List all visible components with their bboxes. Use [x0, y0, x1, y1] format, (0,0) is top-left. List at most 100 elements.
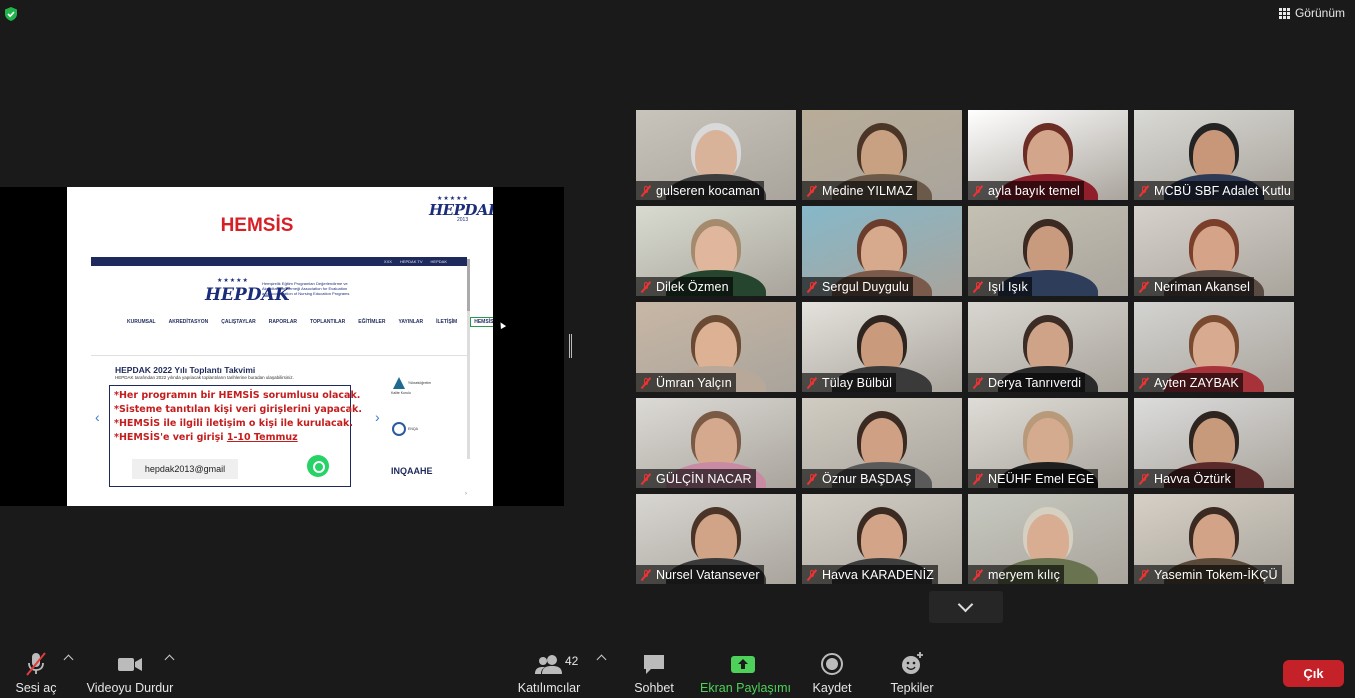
hepdak-logo: ★★★★★ HEPDAK 2013 — [429, 196, 493, 223]
smiley-plus-icon — [888, 651, 936, 677]
chat-bubble-icon — [632, 651, 676, 677]
participant-tile[interactable]: Tülay Bülbül — [802, 302, 962, 392]
participant-name: Neriman Akansel — [1154, 279, 1250, 294]
mic-muted-icon — [972, 473, 984, 485]
chat-button[interactable]: Sohbet — [632, 651, 676, 695]
participant-tile[interactable]: Neriman Akansel — [1134, 206, 1294, 296]
shared-screen[interactable]: HEMSİS ★★★★★ HEPDAK 2013 XXX HEPDAK TV H… — [0, 187, 564, 506]
participant-name: Yasemin Tokem-İKÇÜ — [1154, 567, 1278, 582]
mic-muted-icon — [972, 569, 984, 581]
participant-tile[interactable]: Nursel Vatansever — [636, 494, 796, 584]
participant-name-label: Neriman Akansel — [1134, 277, 1254, 296]
participant-name: meryem kılıç — [988, 567, 1061, 582]
inqaahe-logo: INQAAHE — [391, 466, 433, 476]
mic-muted-icon — [640, 281, 652, 293]
participant-name-label: Havva Öztürk — [1134, 469, 1235, 488]
participant-tile[interactable]: Ayten ZAYBAK — [1134, 302, 1294, 392]
presentation-slide: HEMSİS ★★★★★ HEPDAK 2013 XXX HEPDAK TV H… — [67, 187, 493, 506]
participant-name: Nursel Vatansever — [656, 567, 760, 582]
share-screen-icon — [700, 651, 786, 677]
participants-options-caret[interactable] — [596, 654, 607, 665]
participant-name: MCBÜ SBF Adalet Kutlu — [1154, 183, 1291, 198]
participant-tile[interactable]: Sergul Duygulu — [802, 206, 962, 296]
participant-name: Havva Öztürk — [1154, 471, 1231, 486]
participant-name-label: gulseren kocaman — [636, 181, 764, 200]
participant-name-label: ayla bayık temel — [968, 181, 1084, 200]
leave-button[interactable]: Çık — [1283, 660, 1344, 687]
participant-name-label: MCBÜ SBF Adalet Kutlu — [1134, 181, 1294, 200]
participant-tile[interactable]: GÜLÇİN NACAR — [636, 398, 796, 488]
mic-muted-icon — [806, 281, 818, 293]
mic-muted-icon — [1138, 185, 1150, 197]
resize-handle[interactable] — [569, 334, 572, 358]
participant-tile[interactable]: ayla bayık temel — [968, 110, 1128, 200]
participant-name-label: Ayten ZAYBAK — [1134, 373, 1243, 392]
participant-name: GÜLÇİN NACAR — [656, 471, 752, 486]
website-topbar: XXX HEPDAK TV HEPDAK — [91, 257, 467, 266]
participant-name: Işıl Işık — [988, 279, 1028, 294]
participant-name: Ümran Yalçın — [656, 375, 732, 390]
email-text: hepdak2013@gmail — [132, 459, 238, 479]
participant-tile[interactable]: meryem kılıç — [968, 494, 1128, 584]
mic-muted-icon — [640, 569, 652, 581]
mic-muted-icon — [972, 377, 984, 389]
participant-tile[interactable]: Havva Öztürk — [1134, 398, 1294, 488]
participant-tile[interactable]: Havva KARADENİZ — [802, 494, 962, 584]
website-screenshot: XXX HEPDAK TV HEPDAK ★★★★★ HEPDAK Hemşir… — [91, 257, 493, 487]
website-nav: KURUMSAL AKREDİTASYON ÇALIŞTAYLAR RAPORLAR… — [127, 317, 493, 327]
stop-video-button[interactable]: Videoyu Durdur — [86, 651, 174, 695]
participant-tile[interactable]: Derya Tanrıverdi — [968, 302, 1128, 392]
participant-name-label: Nursel Vatansever — [636, 565, 764, 584]
participant-name-label: NEÜHF Emel EGE — [968, 469, 1099, 488]
chevron-right-icon: › — [375, 409, 380, 425]
mic-muted-icon — [806, 185, 818, 197]
participant-tile[interactable]: Dilek Özmen — [636, 206, 796, 296]
slide-page-mark: › — [465, 491, 467, 497]
audio-options-caret[interactable] — [63, 654, 74, 665]
participant-name-label: Havva KARADENİZ — [802, 565, 938, 584]
participant-name-label: meryem kılıç — [968, 565, 1065, 584]
participant-tile[interactable]: Medine YILMAZ — [802, 110, 962, 200]
participant-name-label: Derya Tanrıverdi — [968, 373, 1086, 392]
participant-name-label: GÜLÇİN NACAR — [636, 469, 756, 488]
gallery-grid-icon — [1278, 7, 1290, 19]
participant-tile[interactable]: MCBÜ SBF Adalet Kutlu — [1134, 110, 1294, 200]
record-button[interactable]: Kaydet — [810, 651, 854, 695]
participant-tile[interactable]: Yasemin Tokem-İKÇÜ — [1134, 494, 1294, 584]
share-screen-button[interactable]: Ekran Paylaşımı — [700, 651, 791, 695]
participant-name: Derya Tanrıverdi — [988, 375, 1082, 390]
mic-muted-icon — [640, 377, 652, 389]
participant-tile[interactable]: Ümran Yalçın — [636, 302, 796, 392]
mic-muted-icon — [640, 185, 652, 197]
more-participants-button[interactable] — [929, 591, 1003, 623]
participant-name: Öznur BAŞDAŞ — [822, 471, 912, 486]
chevron-down-icon — [957, 596, 974, 613]
participant-name-label: Medine YILMAZ — [802, 181, 917, 200]
mic-muted-icon — [1138, 281, 1150, 293]
slide-title: HEMSİS — [220, 215, 294, 236]
participant-name: Medine YILMAZ — [822, 183, 913, 198]
participant-tile[interactable]: NEÜHF Emel EGE — [968, 398, 1128, 488]
participant-tile[interactable]: Öznur BAŞDAŞ — [802, 398, 962, 488]
chevron-left-icon: ‹ — [95, 409, 100, 425]
participants-count: 42 — [565, 654, 579, 668]
mic-muted-icon — [806, 569, 818, 581]
participant-tile[interactable]: gulseren kocaman — [636, 110, 796, 200]
participant-name: ayla bayık temel — [988, 183, 1080, 198]
mic-muted-icon — [14, 651, 58, 677]
mic-muted-icon — [1138, 473, 1150, 485]
mic-muted-icon — [972, 281, 984, 293]
unmute-button[interactable]: Sesi aç — [14, 651, 58, 695]
website-logo: ★★★★★ HEPDAK Hemşirelik Eğitim Programla… — [205, 278, 350, 305]
participant-tile[interactable]: Işıl Işık — [968, 206, 1128, 296]
participant-name-label: Dilek Özmen — [636, 277, 733, 296]
video-camera-icon — [86, 651, 174, 677]
participant-name: Tülay Bülbül — [822, 375, 892, 390]
mic-muted-icon — [1138, 377, 1150, 389]
security-shield-icon[interactable] — [3, 6, 19, 22]
view-button[interactable]: Görünüm — [1278, 6, 1345, 20]
participant-name: NEÜHF Emel EGE — [988, 471, 1095, 486]
yokak-logo: Yükseköğretim Kalite Kurulu — [391, 375, 437, 397]
website-scrollbar — [467, 259, 470, 459]
reactions-button[interactable]: Tepkiler — [888, 651, 936, 695]
